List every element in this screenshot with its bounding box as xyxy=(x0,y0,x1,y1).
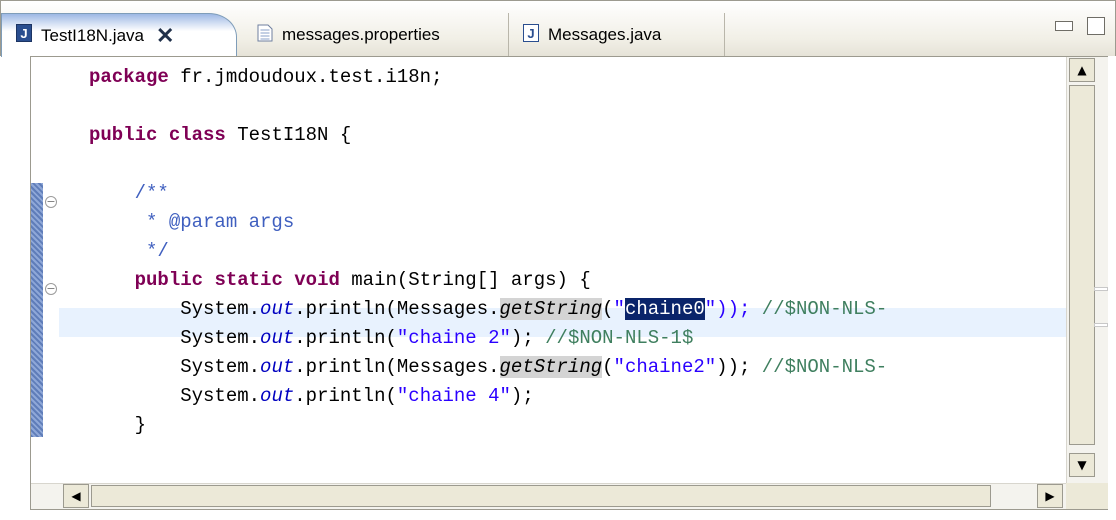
svg-text:J: J xyxy=(527,26,534,41)
scroll-down-icon[interactable]: ▼ xyxy=(1069,453,1095,477)
code-line: public static void main(String[] args) { xyxy=(134,269,591,291)
scroll-right-icon[interactable]: ▶ xyxy=(1037,484,1063,508)
editor-tab-bar: J TestI18N.java ✕ messages.properties J … xyxy=(0,0,1116,57)
code-line: System.out.println("chaine 4"); xyxy=(180,385,534,407)
java-editor: J TestI18N.java ✕ messages.properties J … xyxy=(0,0,1116,520)
scrollbar-corner xyxy=(1066,483,1108,509)
tab-messages-properties[interactable]: messages.properties xyxy=(243,13,509,57)
code-line: System.out.println(Messages.getString("c… xyxy=(180,356,888,378)
tab-testi18n-java[interactable]: J TestI18N.java ✕ xyxy=(1,13,237,57)
tab-messages-java[interactable]: J Messages.java xyxy=(509,13,725,57)
svg-text:J: J xyxy=(20,26,27,41)
properties-file-icon xyxy=(257,24,273,47)
tab-label: Messages.java xyxy=(548,25,662,44)
vertical-scrollbar[interactable]: ▲ ▼ xyxy=(1066,57,1108,483)
code-line: } xyxy=(134,414,147,436)
editor-gutter: − − xyxy=(31,57,59,509)
overview-ruler-mark[interactable] xyxy=(1094,287,1108,291)
horizontal-scrollbar[interactable]: ◀ ▶ xyxy=(31,483,1066,509)
code-line: * @param args xyxy=(134,211,295,233)
change-ruler-bar xyxy=(31,183,43,437)
scroll-left-icon[interactable]: ◀ xyxy=(63,484,89,508)
scroll-up-icon[interactable]: ▲ xyxy=(1069,58,1095,82)
selected-text: chaine0 xyxy=(624,298,705,320)
code-line: package fr.jmdoudoux.test.i18n; xyxy=(89,66,443,88)
fold-collapse-icon[interactable]: − xyxy=(45,283,57,295)
close-icon[interactable]: ✕ xyxy=(156,24,174,47)
code-view[interactable]: package fr.jmdoudoux.test.i18n; public c… xyxy=(59,57,1066,483)
code-line: public class TestI18N { xyxy=(89,124,352,146)
editor-text-area: − − package fr.jmdoudoux.test.i18n; publ… xyxy=(30,56,1108,510)
maximize-icon[interactable] xyxy=(1087,17,1105,35)
tab-label: TestI18N.java xyxy=(41,25,144,45)
code-line: /** xyxy=(134,182,169,204)
tab-label: messages.properties xyxy=(282,25,440,44)
minimize-icon[interactable] xyxy=(1055,21,1073,31)
scroll-thumb[interactable] xyxy=(1069,85,1095,445)
overview-ruler-mark[interactable] xyxy=(1094,323,1108,327)
code-line: */ xyxy=(134,240,169,262)
code-line: System.out.println("chaine 2"); //$NON-N… xyxy=(180,327,694,349)
code-line: System.out.println(Messages.getString("c… xyxy=(180,298,888,320)
scroll-thumb[interactable] xyxy=(91,485,991,507)
java-file-icon: J xyxy=(523,23,539,47)
java-file-icon: J xyxy=(16,24,32,47)
fold-collapse-icon[interactable]: − xyxy=(45,196,57,208)
